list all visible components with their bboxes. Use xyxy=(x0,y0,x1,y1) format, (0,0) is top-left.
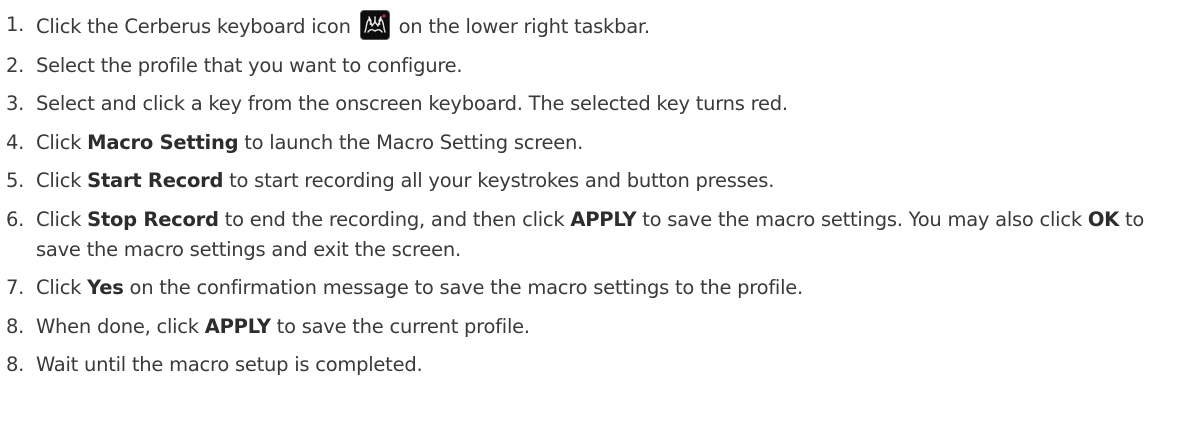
step-number: 4. xyxy=(6,130,25,154)
step-text-part: Click xyxy=(36,130,82,154)
step-text-part: Click xyxy=(36,207,82,231)
step-text: Select and click a key from the onscreen… xyxy=(36,92,788,115)
step-text-part: to start recording all your keystrokes a… xyxy=(229,169,775,192)
step-text-part: to end the recording, and then click xyxy=(224,207,565,231)
step-item: 2. Select the profile that you want to c… xyxy=(6,51,1181,81)
step-text-part: When done, click xyxy=(36,314,199,338)
step-text-part: on the confirmation message to save the … xyxy=(129,276,804,299)
step-text: Click Stop Record to end the recording, … xyxy=(36,205,1181,265)
step-item: 8. Wait until the macro setup is complet… xyxy=(6,350,1181,380)
step-item: 8. When done, click APPLY to save the cu… xyxy=(6,312,1181,342)
cerberus-keyboard-icon xyxy=(359,10,390,40)
step-text: Click Start Record to start recording al… xyxy=(36,166,1181,196)
ui-term: Stop Record xyxy=(87,207,219,231)
step-text: Wait until the macro setup is completed. xyxy=(36,353,423,376)
step-item: 7. Click Yes on the confirmation message… xyxy=(6,273,1181,303)
step-item: 6. Click Stop Record to end the recordin… xyxy=(6,205,1181,265)
ui-term: Macro Setting xyxy=(87,130,239,154)
step-number: 1. xyxy=(6,13,25,36)
step-text-part: Click xyxy=(36,276,82,299)
step-number: 2. xyxy=(6,53,25,77)
ui-term: APPLY xyxy=(570,207,637,231)
step-text-part: Click xyxy=(36,169,82,192)
step-number: 7. xyxy=(6,276,25,299)
step-item: 5. Click Start Record to start recording… xyxy=(6,166,1181,196)
step-text: Click the Cerberus keyboard icon on the … xyxy=(36,10,1181,42)
step-item: 1. Click the Cerberus keyboard icon on t… xyxy=(6,10,1181,42)
ui-term: Start Record xyxy=(87,169,224,192)
step-text-part: to save the current profile. xyxy=(276,314,530,338)
ui-term: APPLY xyxy=(204,314,271,338)
step-number: 3. xyxy=(6,92,25,115)
step-number: 8. xyxy=(6,353,25,376)
step-text: Select the profile that you want to conf… xyxy=(36,53,463,77)
step-text-part: to save the macro settings. You may also… xyxy=(642,207,1082,231)
instruction-steps: 1. Click the Cerberus keyboard icon on t… xyxy=(6,10,1181,389)
step-item: 4. Click Macro Setting to launch the Mac… xyxy=(6,128,1181,158)
step-text: Click Yes on the confirmation message to… xyxy=(36,273,1181,303)
ui-term: OK xyxy=(1087,207,1120,231)
step-number: 5. xyxy=(6,169,25,192)
step-text-part: to launch the Macro Setting screen. xyxy=(244,130,584,154)
step-number: 6. xyxy=(6,207,25,231)
step-text: Click Macro Setting to launch the Macro … xyxy=(36,128,1181,158)
step-text-part: on the lower right taskbar. xyxy=(398,15,651,38)
step-text-part: Click the Cerberus keyboard icon xyxy=(36,15,351,38)
ui-term: Yes xyxy=(87,276,124,299)
step-item: 3. Select and click a key from the onscr… xyxy=(6,89,1181,119)
step-number: 8. xyxy=(6,314,25,338)
step-text: When done, click APPLY to save the curre… xyxy=(36,312,1181,342)
